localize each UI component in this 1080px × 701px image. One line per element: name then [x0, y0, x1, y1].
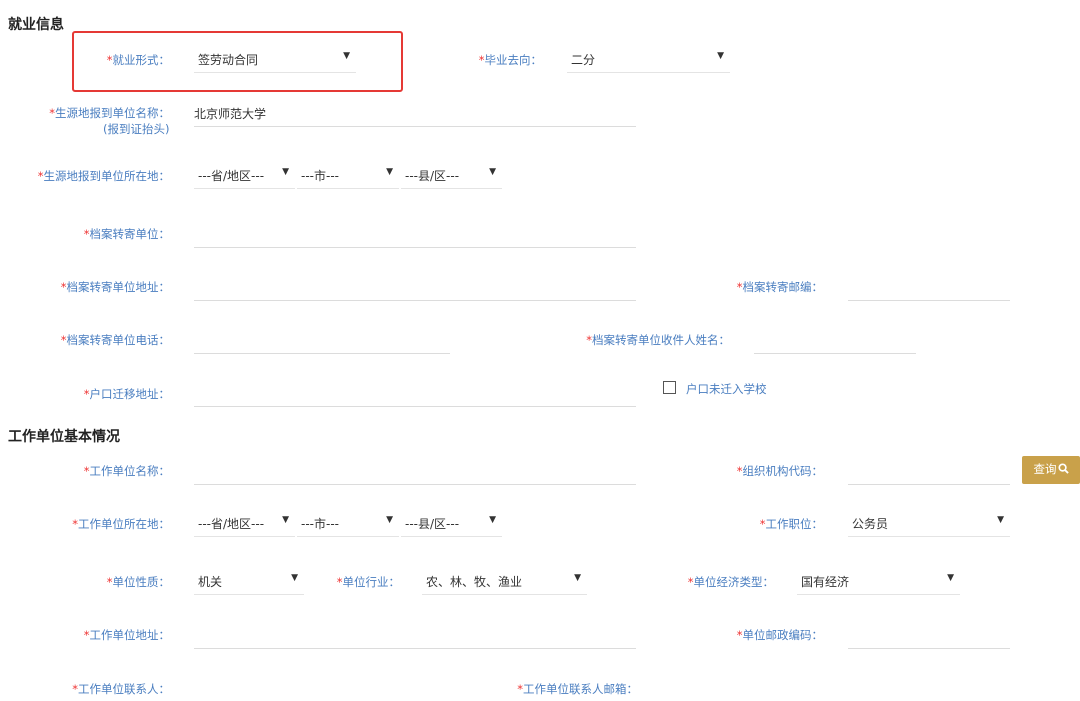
job-position-select[interactable]: 公务员 ▼: [848, 509, 1010, 537]
graduation-destination-label: *毕业去向：: [478, 53, 542, 67]
archive-phone-label: *档案转寄单位电话：: [60, 333, 170, 347]
archive-recipient-input[interactable]: [754, 353, 916, 354]
hukou-address-label: *户口迁移地址：: [83, 387, 170, 401]
employment-form-value: 签劳动合同: [198, 53, 259, 67]
chevron-down-icon: ▼: [717, 51, 724, 61]
report-unit-name-sublabel: (报到证抬头): [103, 122, 170, 136]
economic-type-label: *单位经济类型：: [687, 575, 774, 589]
unit-postcode-label: *单位邮政编码：: [736, 628, 823, 642]
chevron-down-icon: ▼: [386, 167, 393, 177]
graduation-destination-value: 二分: [571, 53, 596, 67]
report-unit-location-label: *生源地报到单位所在地：: [37, 169, 170, 183]
unit-industry-label: *单位行业：: [336, 575, 400, 589]
org-code-label: *组织机构代码：: [736, 464, 823, 478]
hukou-not-moved-label: 户口未迁入学校: [686, 382, 767, 396]
employment-form-select[interactable]: 签劳动合同 ▼: [194, 45, 356, 73]
employment-form-label: *就业形式：: [106, 53, 170, 67]
org-code-input[interactable]: [848, 484, 1010, 485]
unit-location-label: *工作单位所在地：: [72, 517, 170, 531]
search-icon: [1057, 463, 1069, 474]
unit-county-select[interactable]: ---县/区--- ▼: [401, 509, 502, 537]
archive-phone-input[interactable]: [194, 353, 450, 354]
unit-address-input[interactable]: [194, 648, 636, 649]
chevron-down-icon: ▼: [291, 573, 298, 583]
query-button[interactable]: 查询: [1022, 456, 1080, 484]
chevron-down-icon: ▼: [386, 515, 393, 525]
report-unit-name-input[interactable]: [194, 126, 636, 127]
chevron-down-icon: ▼: [947, 573, 954, 583]
unit-address-label: *工作单位地址：: [83, 628, 170, 642]
economic-type-select[interactable]: 国有经济 ▼: [797, 567, 960, 595]
chevron-down-icon: ▼: [489, 515, 496, 525]
chevron-down-icon: ▼: [282, 167, 289, 177]
hukou-not-moved-checkbox[interactable]: [663, 381, 676, 394]
unit-postcode-input[interactable]: [848, 648, 1010, 649]
archive-recipient-label: *档案转寄单位收件人姓名：: [586, 333, 730, 347]
unit-nature-label: *单位性质：: [106, 575, 170, 589]
archive-unit-address-input[interactable]: [194, 300, 636, 301]
unit-city-select[interactable]: ---市--- ▼: [297, 509, 399, 537]
report-unit-name-value: 北京师范大学: [194, 107, 267, 121]
report-county-select[interactable]: ---县/区--- ▼: [401, 161, 502, 189]
contact-email-label: *工作单位联系人邮箱：: [517, 682, 638, 696]
graduation-destination-select[interactable]: 二分 ▼: [567, 45, 730, 73]
chevron-down-icon: ▼: [489, 167, 496, 177]
unit-name-label: *工作单位名称：: [83, 464, 170, 478]
section-title-employment: 就业信息: [8, 17, 64, 33]
chevron-down-icon: ▼: [997, 515, 1004, 525]
archive-unit-input[interactable]: [194, 247, 636, 248]
job-position-label: *工作职位：: [759, 517, 823, 531]
archive-unit-label: *档案转寄单位：: [83, 227, 170, 241]
chevron-down-icon: ▼: [343, 51, 350, 61]
chevron-down-icon: ▼: [574, 573, 581, 583]
report-province-select[interactable]: ---省/地区--- ▼: [194, 161, 295, 189]
archive-postcode-label: *档案转寄邮编：: [736, 280, 823, 294]
report-city-select[interactable]: ---市--- ▼: [297, 161, 399, 189]
archive-unit-address-label: *档案转寄单位地址：: [60, 280, 170, 294]
unit-nature-select[interactable]: 机关 ▼: [194, 567, 304, 595]
report-unit-name-label: *生源地报到单位名称：: [49, 106, 170, 120]
unit-name-input[interactable]: [194, 484, 636, 485]
chevron-down-icon: ▼: [282, 515, 289, 525]
unit-province-select[interactable]: ---省/地区--- ▼: [194, 509, 295, 537]
hukou-address-input[interactable]: [194, 406, 636, 407]
section-title-work-unit: 工作单位基本情况: [8, 429, 120, 445]
archive-postcode-input[interactable]: [848, 300, 1010, 301]
contact-person-label: *工作单位联系人：: [72, 682, 170, 696]
unit-industry-select[interactable]: 农、林、牧、渔业 ▼: [422, 567, 587, 595]
